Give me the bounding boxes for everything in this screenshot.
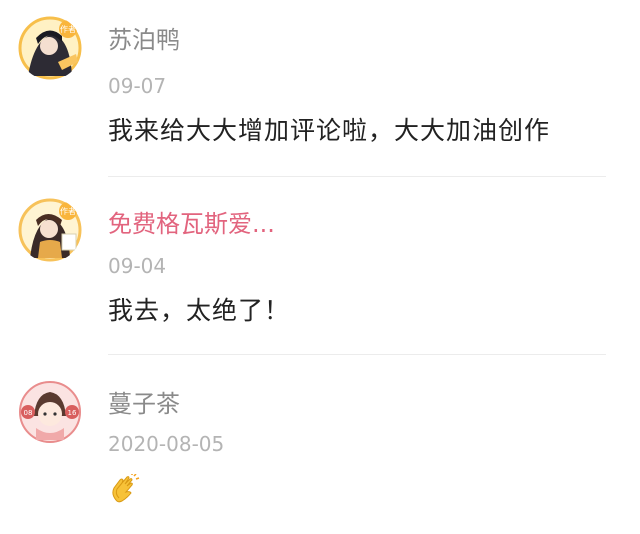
comment-date: 09-04 bbox=[108, 254, 167, 278]
avatar-badge-left: 08 bbox=[24, 409, 33, 417]
comment-list: 作者 苏泊鸭 09-07 我来给大大增加评论啦，大大加油创作 作者 免费格瓦斯爱… bbox=[0, 0, 640, 534]
author-badge: 作者 bbox=[60, 206, 76, 216]
divider bbox=[108, 354, 606, 355]
avatar[interactable]: 08 16 bbox=[18, 380, 82, 444]
comment-author[interactable]: 苏泊鸭 bbox=[108, 26, 180, 54]
comment-date: 09-07 bbox=[108, 74, 167, 98]
divider bbox=[108, 176, 606, 177]
comment-author[interactable]: 蔓子茶 bbox=[108, 390, 180, 418]
author-avatar-icon: 作者 bbox=[18, 16, 82, 80]
author-avatar-icon: 作者 bbox=[18, 198, 82, 262]
comment-text: 我去，太绝了！ bbox=[108, 296, 291, 325]
author-badge: 作者 bbox=[60, 24, 76, 34]
user-avatar-icon: 08 16 bbox=[19, 381, 81, 443]
avatar[interactable]: 作者 bbox=[18, 198, 82, 262]
comment-text bbox=[108, 474, 140, 513]
comment-date: 2020-08-05 bbox=[108, 432, 225, 456]
comment-text: 我来给大大增加评论啦，大大加油创作 bbox=[108, 116, 551, 145]
avatar-badge-right: 16 bbox=[68, 409, 77, 417]
avatar[interactable]: 作者 bbox=[18, 16, 82, 80]
comment-author[interactable]: 免费格瓦斯爱... bbox=[108, 210, 275, 238]
clapping-hands-icon bbox=[112, 474, 140, 503]
